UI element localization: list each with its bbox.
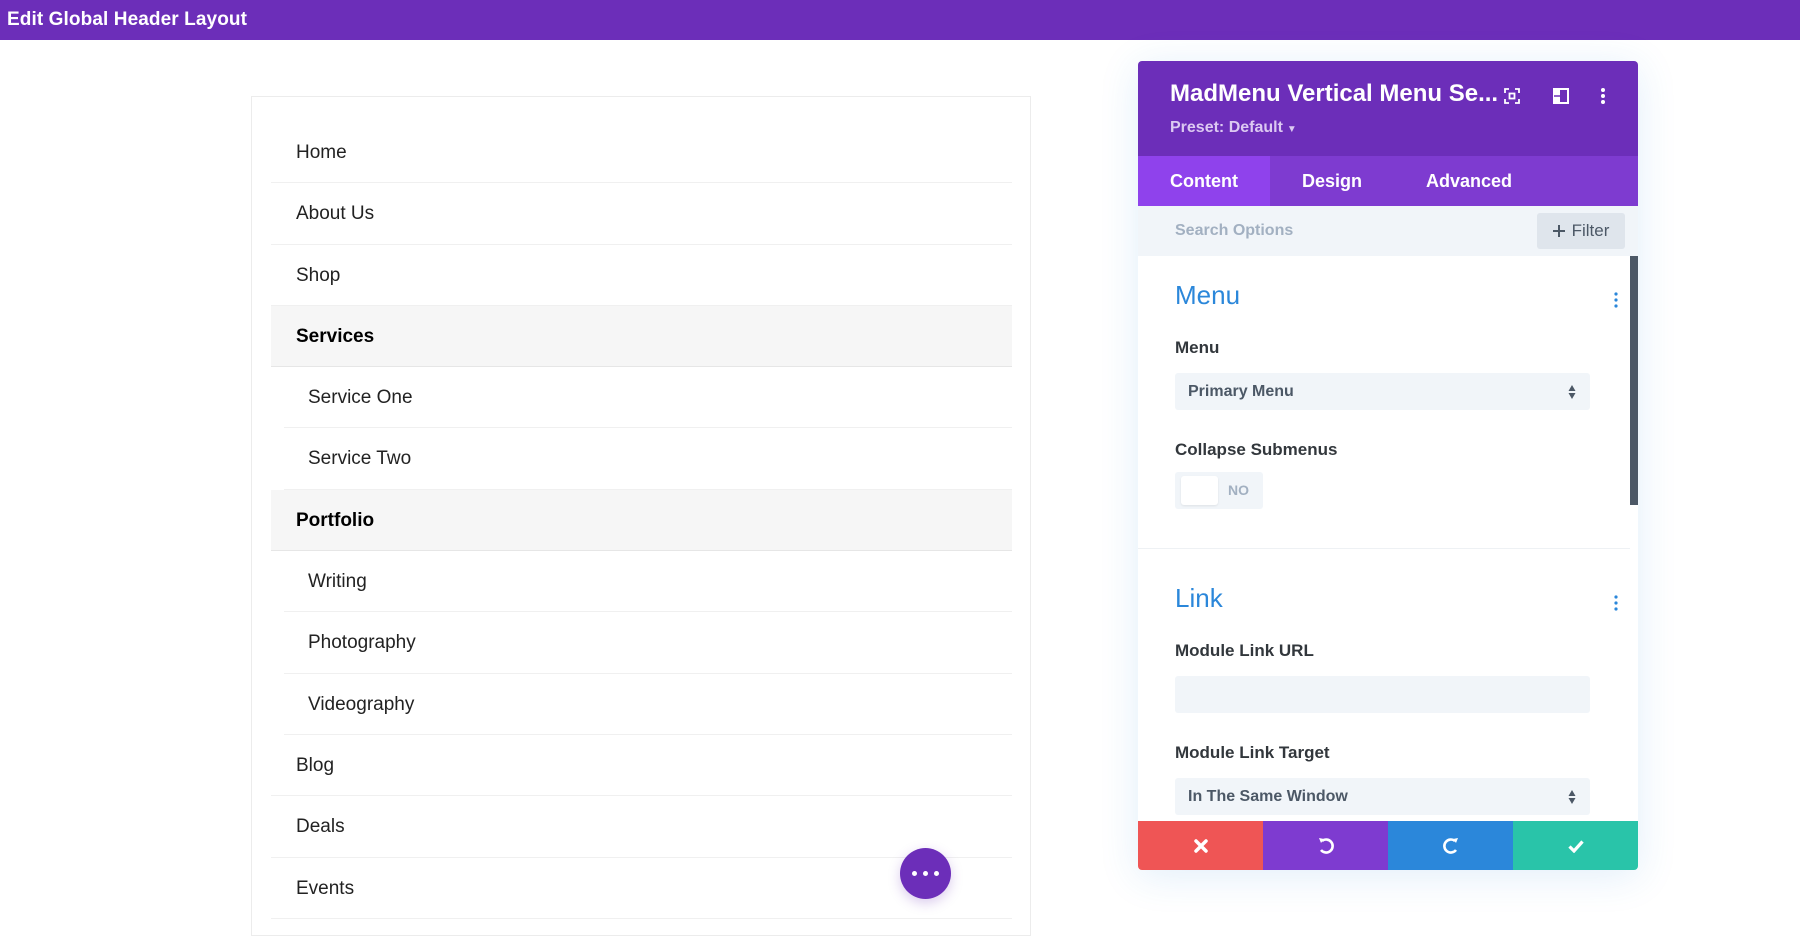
menu-item[interactable]: Services xyxy=(271,305,1012,368)
redo-button[interactable] xyxy=(1388,821,1513,870)
caret-down-icon: ▼ xyxy=(1286,124,1297,135)
module-settings-panel: MadMenu Vertical Menu Se... Preset: Defa… xyxy=(1138,61,1638,870)
submenu-item[interactable]: Service One xyxy=(284,367,1012,429)
collapse-submenus-label: Collapse Submenus xyxy=(1175,440,1338,459)
check-icon xyxy=(1567,839,1584,853)
menu-item[interactable]: Blog xyxy=(271,735,1012,797)
menu-item[interactable]: Deals xyxy=(271,796,1012,858)
module-link-target-label: Module Link Target xyxy=(1175,743,1330,762)
module-link-url-input[interactable] xyxy=(1175,676,1590,713)
submenu-item[interactable]: Service Two xyxy=(284,428,1012,490)
more-actions-button[interactable] xyxy=(900,848,951,899)
menu-list: Home About Us Shop Services Service One Servi… xyxy=(271,122,1012,919)
redo-icon xyxy=(1442,837,1458,854)
panel-body: Menu Menu Primary Menu Collapse Submenus… xyxy=(1138,256,1630,815)
menu-select-value: Primary Menu xyxy=(1188,383,1294,400)
submenu-item[interactable]: Videography xyxy=(284,674,1012,735)
submenu-item[interactable]: Writing xyxy=(284,551,1012,613)
dot xyxy=(912,871,917,876)
dot xyxy=(934,871,939,876)
search-row: Filter xyxy=(1138,206,1638,256)
section-options-icon[interactable] xyxy=(1614,292,1618,312)
plus-icon xyxy=(1552,225,1565,237)
menu-item[interactable]: Home xyxy=(271,122,1012,184)
tab-content[interactable]: Content xyxy=(1138,156,1270,206)
discard-button[interactable] xyxy=(1138,821,1263,870)
vertical-menu-preview: Home About Us Shop Services Service One Servi… xyxy=(251,96,1031,936)
link-section-title[interactable]: Link xyxy=(1175,549,1590,625)
filter-button[interactable]: Filter xyxy=(1537,213,1625,249)
undo-icon xyxy=(1318,837,1334,854)
module-link-target-select[interactable]: In The Same Window xyxy=(1175,778,1590,815)
toggle-knob xyxy=(1181,476,1218,505)
module-link-url-label: Module Link URL xyxy=(1175,641,1314,660)
submenu-item[interactable]: Photography xyxy=(284,612,1012,674)
preset-dropdown[interactable]: Preset: Default ▼ xyxy=(1170,119,1297,137)
menu-section: Menu Menu Primary Menu Collapse Submenus… xyxy=(1138,256,1630,509)
more-vertical-icon[interactable] xyxy=(1592,85,1614,107)
select-arrows-icon xyxy=(1568,790,1576,804)
save-button[interactable] xyxy=(1513,821,1638,870)
panel-title: MadMenu Vertical Menu Se... xyxy=(1170,80,1499,107)
menu-item[interactable]: Shop xyxy=(271,245,1012,306)
dot xyxy=(923,871,928,876)
section-options-icon[interactable] xyxy=(1614,595,1618,615)
close-icon xyxy=(1193,838,1208,853)
undo-button[interactable] xyxy=(1263,821,1388,870)
split-view-icon[interactable] xyxy=(1550,85,1572,107)
filter-label: Filter xyxy=(1571,221,1610,240)
select-arrows-icon xyxy=(1568,385,1576,399)
search-options-input[interactable] xyxy=(1138,206,1538,256)
link-section: Link Module Link URL Module Link Target … xyxy=(1138,549,1630,815)
preset-label: Preset: Default xyxy=(1170,119,1283,136)
expand-icon[interactable] xyxy=(1501,85,1523,107)
toggle-state: NO xyxy=(1228,482,1249,498)
tab-advanced[interactable]: Advanced xyxy=(1394,156,1544,206)
collapse-submenus-toggle[interactable]: NO xyxy=(1175,472,1263,509)
menu-field-label: Menu xyxy=(1175,338,1220,357)
menu-item[interactable]: Portfolio xyxy=(271,489,1012,552)
panel-tabs: Content Design Advanced xyxy=(1138,156,1638,206)
menu-section-title[interactable]: Menu xyxy=(1175,256,1590,322)
panel-header[interactable]: MadMenu Vertical Menu Se... Preset: Defa… xyxy=(1138,61,1638,156)
tab-design[interactable]: Design xyxy=(1270,156,1394,206)
panel-footer xyxy=(1138,821,1638,870)
panel-scrollbar[interactable] xyxy=(1630,256,1638,505)
menu-select[interactable]: Primary Menu xyxy=(1175,373,1590,410)
menu-item[interactable]: About Us xyxy=(271,183,1012,245)
top-bar-title: Edit Global Header Layout xyxy=(0,0,1800,40)
link-target-value: In The Same Window xyxy=(1188,788,1348,805)
